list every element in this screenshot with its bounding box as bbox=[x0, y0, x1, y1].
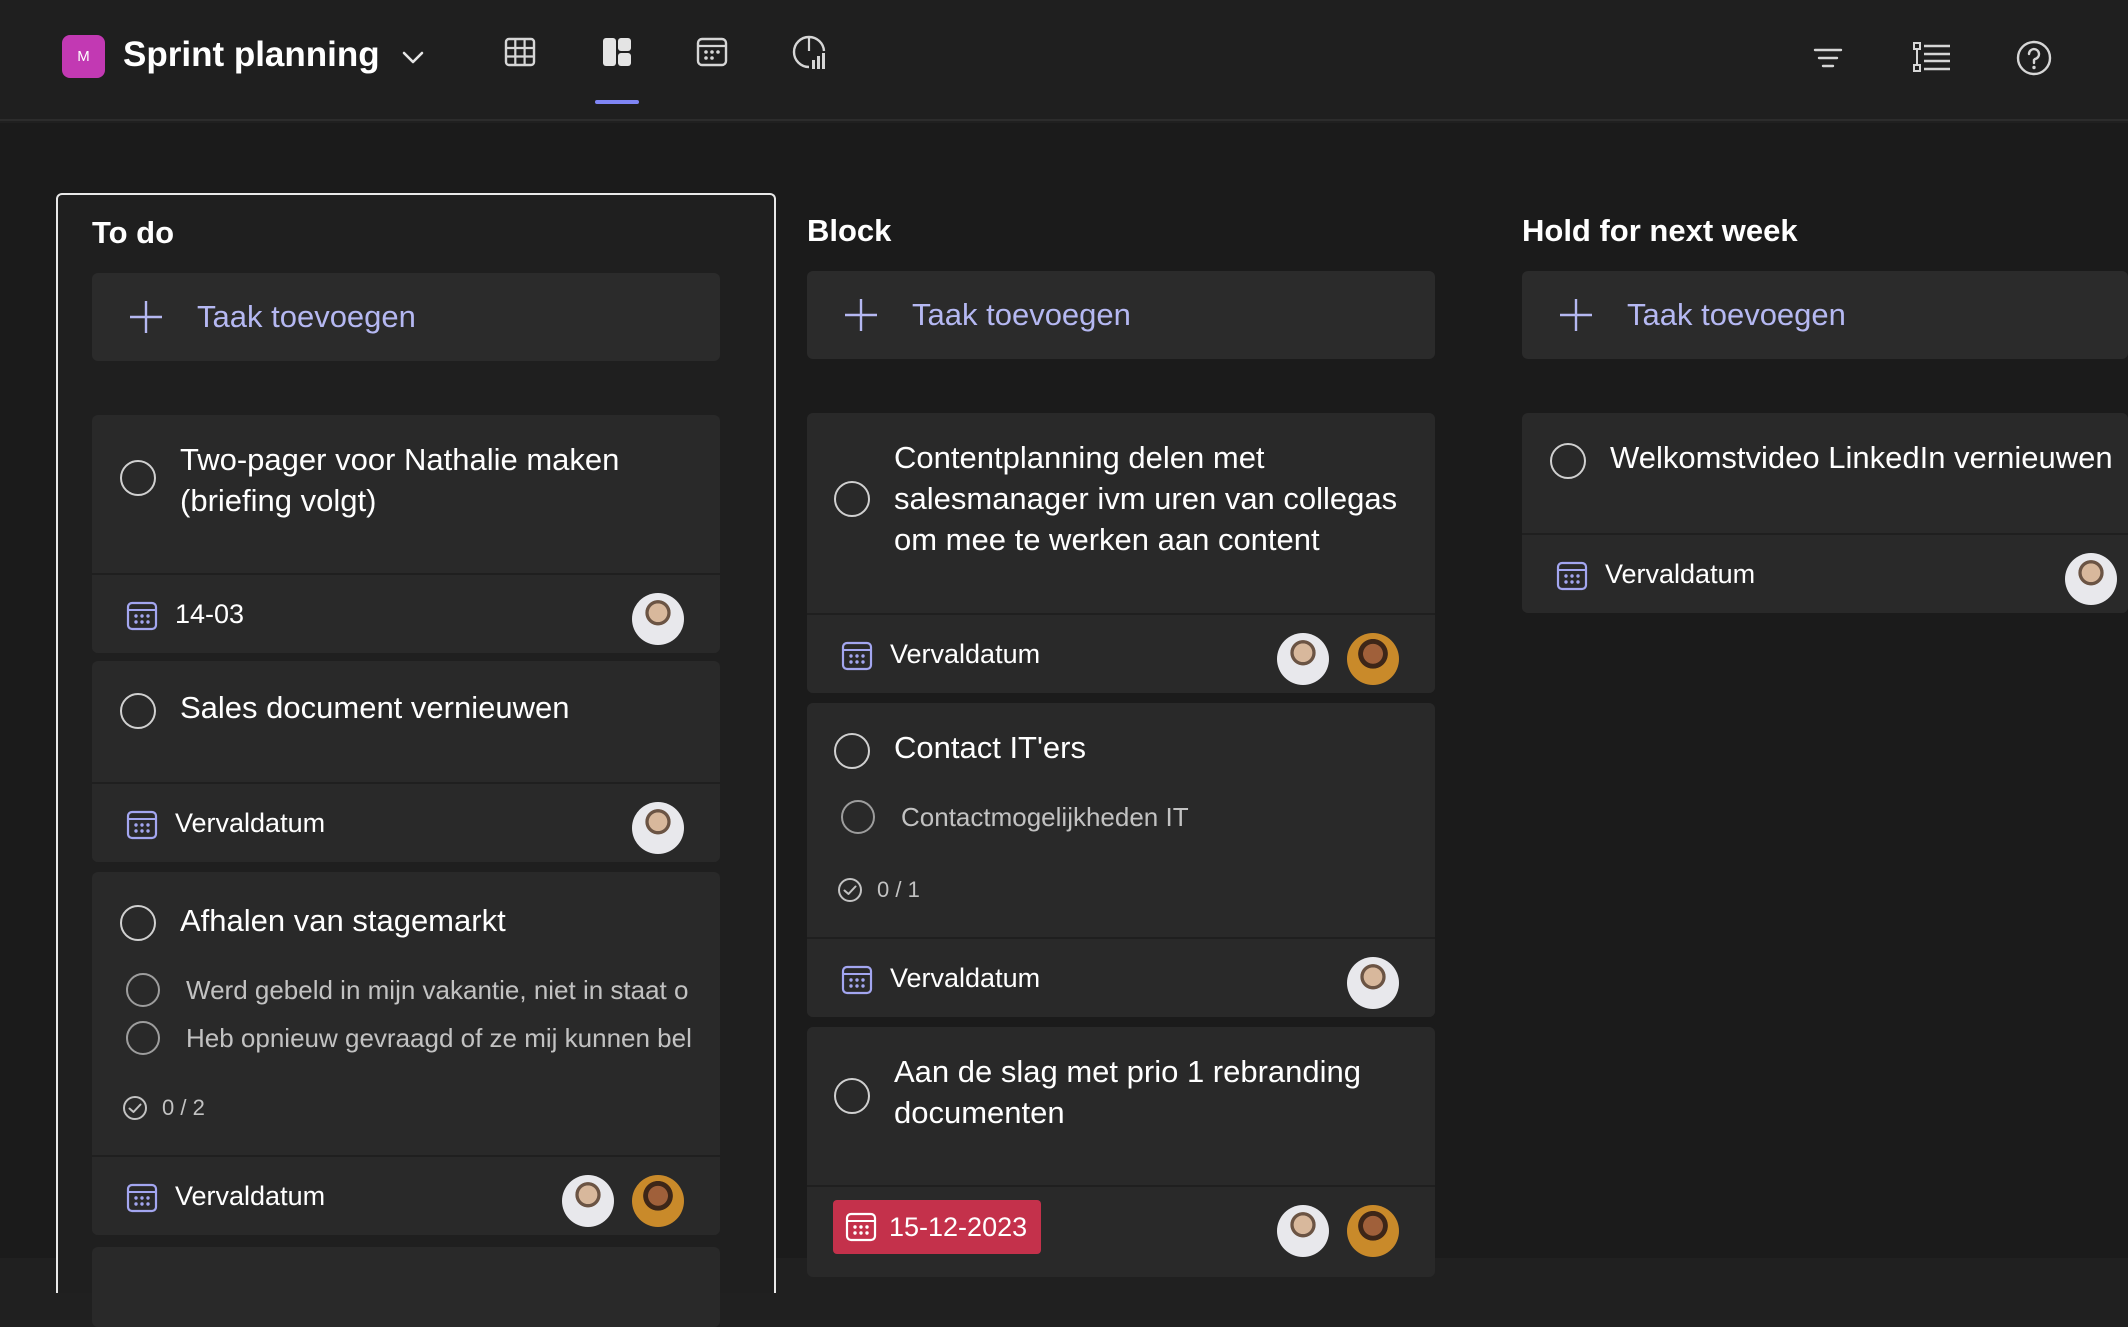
plan-avatar: M bbox=[62, 35, 105, 78]
calendar-icon bbox=[845, 1212, 877, 1242]
assignee-avatar[interactable] bbox=[1347, 957, 1399, 1009]
tab-board-view[interactable] bbox=[595, 30, 639, 74]
due-date[interactable]: 14-03 bbox=[175, 596, 244, 632]
task-card[interactable]: Afhalen van stagemarkt Werd gebeld in mi… bbox=[92, 872, 720, 1235]
filter-icon bbox=[1813, 48, 1843, 68]
assignee-avatar[interactable] bbox=[1277, 1205, 1329, 1257]
add-task-button[interactable]: Taak toevoegen bbox=[807, 271, 1435, 359]
complete-task-checkbox[interactable] bbox=[834, 733, 870, 769]
task-footer: Vervaldatum bbox=[807, 937, 1435, 1017]
task-footer: Vervaldatum bbox=[92, 782, 720, 862]
complete-task-checkbox[interactable] bbox=[834, 481, 870, 517]
assignee-avatar[interactable] bbox=[562, 1175, 614, 1227]
task-card[interactable]: Aan de slag met prio 1 rebranding docume… bbox=[807, 1027, 1435, 1277]
add-task-label: Taak toevoegen bbox=[912, 297, 1131, 332]
task-title: Afhalen van stagemarkt bbox=[180, 903, 506, 938]
task-footer: Vervaldatum bbox=[807, 613, 1435, 693]
calendar-icon bbox=[126, 601, 158, 631]
grid-icon bbox=[504, 37, 536, 67]
complete-task-checkbox[interactable] bbox=[120, 905, 156, 941]
plan-title[interactable]: Sprint planning bbox=[123, 32, 380, 78]
checklist-progress-icon bbox=[123, 1096, 147, 1120]
calendar-icon bbox=[696, 37, 728, 67]
task-footer: 14-03 bbox=[92, 573, 720, 653]
plus-icon bbox=[130, 301, 162, 333]
due-date[interactable]: Vervaldatum bbox=[890, 636, 1040, 672]
assignee-avatar[interactable] bbox=[1347, 633, 1399, 685]
checklist-progress-icon bbox=[838, 878, 862, 902]
active-tab-indicator bbox=[595, 100, 639, 104]
task-card[interactable]: Contact IT'ers Contactmogelijkheden IT 0… bbox=[807, 703, 1435, 1017]
due-date: 15-12-2023 bbox=[889, 1212, 1028, 1242]
bucket-hold-for-next-week: Hold for next week Taak toevoegen Welkom… bbox=[1485, 193, 2128, 1293]
checklist-item-checkbox[interactable] bbox=[126, 973, 160, 1007]
help-icon bbox=[2016, 40, 2052, 76]
tab-charts-view[interactable] bbox=[787, 30, 831, 74]
add-task-label: Taak toevoegen bbox=[197, 299, 416, 334]
board: To do Taak toevoegen Two-pager voor Nath… bbox=[0, 123, 2128, 1327]
group-by-button[interactable] bbox=[1910, 36, 1954, 80]
assignee-avatar[interactable] bbox=[632, 1175, 684, 1227]
assignee-avatar[interactable] bbox=[1347, 1205, 1399, 1257]
plus-icon bbox=[1560, 299, 1592, 331]
bucket-title[interactable]: To do bbox=[92, 213, 174, 253]
task-title: Sales document vernieuwen bbox=[180, 690, 570, 725]
complete-task-checkbox[interactable] bbox=[1550, 443, 1586, 479]
top-bar: M Sprint planning bbox=[0, 0, 2128, 121]
checklist-item-checkbox[interactable] bbox=[126, 1021, 160, 1055]
complete-task-checkbox[interactable] bbox=[120, 693, 156, 729]
complete-task-checkbox[interactable] bbox=[834, 1078, 870, 1114]
calendar-icon bbox=[126, 1183, 158, 1213]
complete-task-checkbox[interactable] bbox=[120, 460, 156, 496]
checklist-progress: 0 / 2 bbox=[162, 1095, 205, 1120]
task-title: Contentplanning delen met salesmanager i… bbox=[894, 440, 1398, 557]
bucket-block: Block Taak toevoegen Contentplanning del… bbox=[770, 193, 1490, 1293]
task-card[interactable] bbox=[92, 1247, 720, 1327]
due-date[interactable]: Vervaldatum bbox=[1605, 556, 1755, 592]
task-card[interactable]: Contentplanning delen met salesmanager i… bbox=[807, 413, 1435, 693]
group-by-icon bbox=[1913, 42, 1950, 72]
overdue-badge[interactable]: 15-12-2023 bbox=[833, 1200, 1041, 1254]
task-card[interactable]: Two-pager voor Nathalie maken (briefing … bbox=[92, 415, 720, 653]
task-title: Contact IT'ers bbox=[894, 730, 1086, 765]
assignee-avatar[interactable] bbox=[632, 802, 684, 854]
add-task-label: Taak toevoegen bbox=[1627, 297, 1846, 332]
bucket-title[interactable]: Hold for next week bbox=[1522, 211, 1798, 251]
bucket-to-do: To do Taak toevoegen Two-pager voor Nath… bbox=[56, 193, 776, 1327]
assignee-avatar[interactable] bbox=[2065, 553, 2117, 605]
calendar-icon bbox=[841, 641, 873, 671]
filter-button[interactable] bbox=[1806, 36, 1850, 80]
task-footer: Vervaldatum bbox=[92, 1155, 720, 1235]
calendar-icon bbox=[841, 965, 873, 995]
add-task-button[interactable]: Taak toevoegen bbox=[1522, 271, 2128, 359]
add-task-button[interactable]: Taak toevoegen bbox=[92, 273, 720, 361]
chart-icon bbox=[792, 35, 826, 69]
checklist-item: Werd gebeld in mijn vakantie, niet in st… bbox=[186, 975, 689, 1005]
task-footer: 15-12-2023 bbox=[807, 1185, 1435, 1265]
task-title: Welkomstvideo LinkedIn vernieuwen bbox=[1610, 440, 2113, 475]
calendar-icon bbox=[126, 810, 158, 840]
assignee-avatar[interactable] bbox=[1277, 633, 1329, 685]
checklist-item: Contactmogelijkheden IT bbox=[901, 802, 1189, 832]
task-title: Aan de slag met prio 1 rebranding docume… bbox=[894, 1054, 1362, 1130]
task-footer: Vervaldatum bbox=[1522, 533, 2128, 613]
task-card[interactable]: Welkomstvideo LinkedIn vernieuwen Verval… bbox=[1522, 413, 2128, 613]
calendar-icon bbox=[1556, 561, 1588, 591]
bucket-title[interactable]: Block bbox=[807, 211, 891, 251]
checklist-item: Heb opnieuw gevraagd of ze mij kunnen be… bbox=[186, 1023, 692, 1053]
task-title: Two-pager voor Nathalie maken (briefing … bbox=[180, 442, 620, 518]
assignee-avatar[interactable] bbox=[632, 593, 684, 645]
due-date[interactable]: Vervaldatum bbox=[890, 960, 1040, 996]
due-date[interactable]: Vervaldatum bbox=[175, 1178, 325, 1214]
checklist-progress: 0 / 1 bbox=[877, 877, 920, 902]
board-icon bbox=[603, 38, 631, 66]
checklist-item-checkbox[interactable] bbox=[841, 800, 875, 834]
due-date[interactable]: Vervaldatum bbox=[175, 805, 325, 841]
tab-schedule-view[interactable] bbox=[690, 30, 734, 74]
task-card[interactable]: Sales document vernieuwen Vervaldatum bbox=[92, 661, 720, 862]
help-button[interactable] bbox=[2012, 36, 2056, 80]
tab-grid-view[interactable] bbox=[498, 30, 542, 74]
chevron-down-icon[interactable] bbox=[398, 42, 428, 72]
plus-icon bbox=[845, 299, 877, 331]
